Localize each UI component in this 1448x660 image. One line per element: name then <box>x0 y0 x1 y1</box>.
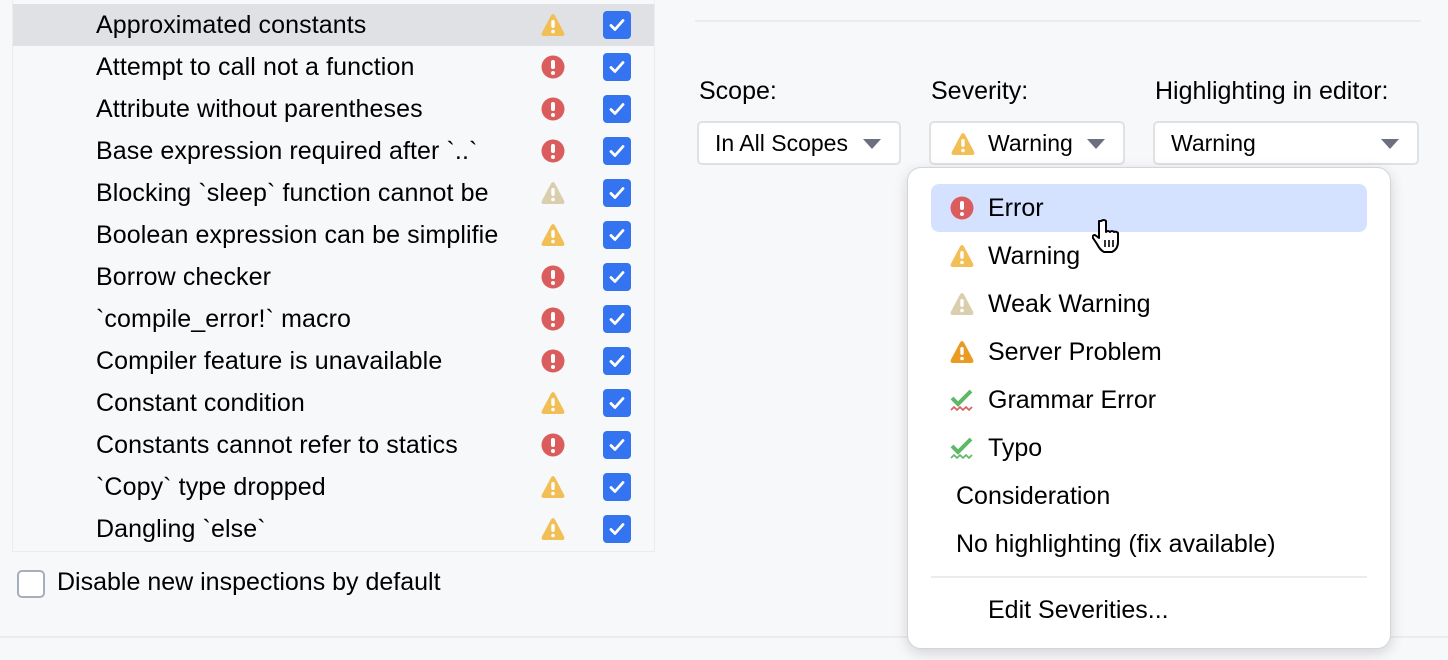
inspection-label: Approximated constants <box>96 10 367 39</box>
inspection-label: `compile_error!` macro <box>96 304 352 333</box>
inspection-row[interactable]: Boolean expression can be simplifie <box>13 214 654 256</box>
inspection-row[interactable]: Attempt to call not a function <box>13 46 654 88</box>
warning-icon <box>541 517 565 541</box>
inspection-row[interactable]: Approximated constants <box>13 4 654 46</box>
inspection-enabled-checkbox[interactable] <box>603 53 631 81</box>
error-icon <box>541 349 565 373</box>
inspection-label: Attempt to call not a function <box>96 52 415 81</box>
inspection-row[interactable]: Borrow checker <box>13 256 654 298</box>
menu-item-label: Consideration <box>956 481 1111 510</box>
inspection-row[interactable]: Dangling `else` <box>13 508 654 550</box>
inspection-label: Constants cannot refer to statics <box>96 430 458 459</box>
error-icon <box>541 97 565 121</box>
severity-value: Warning <box>988 129 1073 156</box>
warning-icon <box>541 223 565 247</box>
error-icon <box>541 139 565 163</box>
scope-label: Scope: <box>699 77 777 105</box>
menu-separator <box>931 576 1367 578</box>
chevron-down-icon <box>1087 139 1105 149</box>
menu-item-warning[interactable]: Warning <box>931 232 1367 280</box>
menu-item-weak-warning[interactable]: Weak Warning <box>931 280 1367 328</box>
scope-value: In All Scopes <box>715 129 848 156</box>
top-divider <box>695 20 1421 22</box>
menu-item-edit-severities[interactable]: Edit Severities... <box>931 586 1367 634</box>
warning-icon <box>951 132 975 156</box>
warning-icon <box>541 13 565 37</box>
inspection-enabled-checkbox[interactable] <box>603 263 631 291</box>
highlighting-dropdown[interactable]: Warning <box>1153 121 1419 165</box>
inspection-row[interactable]: Constant condition <box>13 382 654 424</box>
warning-icon <box>541 391 565 415</box>
inspection-label: Blocking `sleep` function cannot be <box>96 178 489 207</box>
inspection-enabled-checkbox[interactable] <box>603 179 631 207</box>
menu-item-label: Edit Severities... <box>988 595 1169 624</box>
error-icon <box>541 55 565 79</box>
inspection-enabled-checkbox[interactable] <box>603 473 631 501</box>
menu-item-label: Warning <box>988 241 1081 270</box>
inspection-row[interactable]: Blocking `sleep` function cannot be <box>13 172 654 214</box>
menu-item-label: Weak Warning <box>988 289 1151 318</box>
inspection-enabled-checkbox[interactable] <box>603 347 631 375</box>
inspection-enabled-checkbox[interactable] <box>603 389 631 417</box>
inspection-label: `Copy` type dropped <box>96 472 326 501</box>
inspection-enabled-checkbox[interactable] <box>603 515 631 543</box>
highlighting-label: Highlighting in editor: <box>1155 77 1389 105</box>
inspection-label: Compiler feature is unavailable <box>96 346 443 375</box>
inspection-label: Dangling `else` <box>96 514 266 543</box>
inspection-row[interactable]: Base expression required after `..` <box>13 130 654 172</box>
hand-cursor-icon <box>1092 219 1119 253</box>
inspection-enabled-checkbox[interactable] <box>603 11 631 39</box>
inspection-enabled-checkbox[interactable] <box>603 305 631 333</box>
inspections-tree[interactable]: Approximated constants Attempt to call n… <box>12 0 655 552</box>
menu-item-error[interactable]: Error <box>931 184 1367 232</box>
menu-item-no-highlighting-fix-available[interactable]: No highlighting (fix available) <box>931 520 1367 568</box>
chevron-down-icon <box>1381 139 1399 149</box>
severity-popup-menu: No highlighting (fix available) Considera… <box>907 167 1391 649</box>
weak-warning-icon <box>950 292 974 316</box>
disable-new-inspections-label: Disable new inspections by default <box>57 568 441 596</box>
weak-warning-icon <box>541 181 565 205</box>
server-problem-icon <box>950 340 974 364</box>
warning-icon <box>950 244 974 268</box>
menu-item-server-problem[interactable]: Server Problem <box>931 328 1367 376</box>
inspection-label: Constant condition <box>96 388 305 417</box>
menu-item-typo[interactable]: Typo <box>931 424 1367 472</box>
menu-item-label: Grammar Error <box>988 385 1157 414</box>
error-icon <box>541 433 565 457</box>
menu-item-label: Server Problem <box>988 337 1162 366</box>
highlighting-value: Warning <box>1171 129 1256 156</box>
grammar-error-icon <box>950 388 974 412</box>
menu-item-grammar-error[interactable]: Grammar Error <box>931 376 1367 424</box>
error-icon <box>541 265 565 289</box>
warning-icon <box>541 475 565 499</box>
inspection-label: Base expression required after `..` <box>96 136 478 165</box>
inspection-enabled-checkbox[interactable] <box>603 221 631 249</box>
inspection-label: Borrow checker <box>96 262 272 291</box>
typo-icon <box>950 436 974 460</box>
scope-dropdown[interactable]: In All Scopes <box>697 121 901 165</box>
severity-label: Severity: <box>931 77 1029 105</box>
menu-item-consideration[interactable]: Consideration <box>931 472 1367 520</box>
disable-new-inspections-checkbox[interactable] <box>17 570 45 598</box>
inspection-label: Attribute without parentheses <box>96 94 423 123</box>
inspection-row[interactable]: Constants cannot refer to statics <box>13 424 654 466</box>
menu-item-label: Error <box>988 193 1044 222</box>
menu-item-label: No highlighting (fix available) <box>956 529 1276 558</box>
inspection-enabled-checkbox[interactable] <box>603 137 631 165</box>
inspection-row[interactable]: `compile_error!` macro <box>13 298 654 340</box>
inspection-enabled-checkbox[interactable] <box>603 95 631 123</box>
inspection-label: Boolean expression can be simplifie <box>96 220 499 249</box>
chevron-down-icon <box>863 139 881 149</box>
error-icon <box>541 307 565 331</box>
menu-item-label: Typo <box>988 433 1043 462</box>
inspection-row[interactable]: Compiler feature is unavailable <box>13 340 654 382</box>
inspection-enabled-checkbox[interactable] <box>603 431 631 459</box>
severity-dropdown[interactable]: Warning <box>929 121 1125 165</box>
error-icon <box>950 196 974 220</box>
inspection-row[interactable]: `Copy` type dropped <box>13 466 654 508</box>
inspection-row[interactable]: Attribute without parentheses <box>13 88 654 130</box>
